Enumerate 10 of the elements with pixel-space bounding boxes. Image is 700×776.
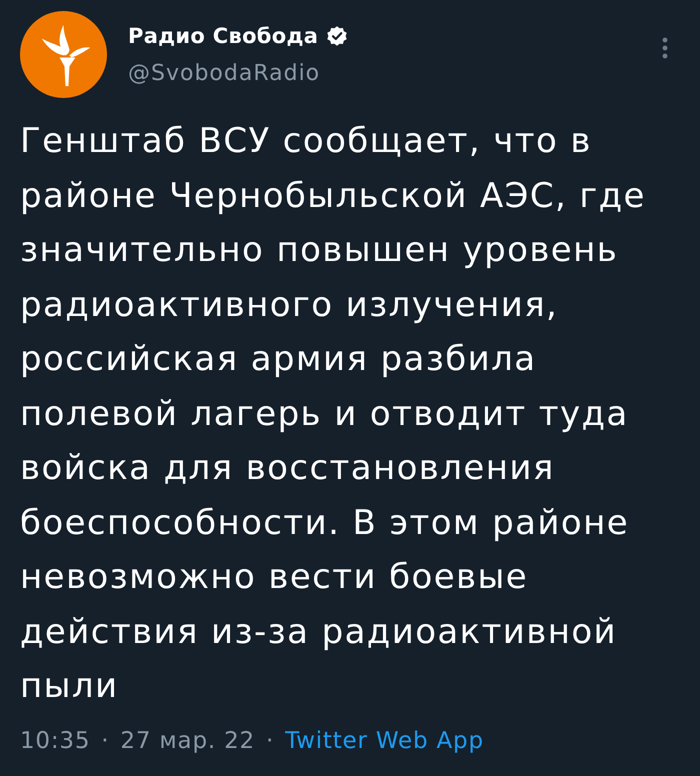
more-options-icon[interactable] [662, 37, 668, 59]
tweet-date[interactable]: 27 мар. 22 [120, 726, 255, 756]
source-link[interactable]: Twitter Web App [285, 726, 484, 756]
tweet-text: Генштаб ВСУ сообщает, что в районе Чернобыльской АЭС, где значительно повышен уровень радиоактивного излучения, российская армия разбила полевой лагерь и отводит туда войска для восстановления боеспособности. В этом районе невозможно вести боевые действия из-за радиоактивной пыли [20, 120, 647, 708]
tweet-time[interactable]: 10:35 [20, 726, 90, 756]
torch-logo-avatar-icon[interactable] [20, 11, 107, 98]
separator-dot: · [101, 726, 110, 756]
separator-dot: · [266, 726, 274, 756]
account-name[interactable]: Радио Свобода [128, 21, 318, 51]
account-handle[interactable]: @SvobodaRadio [128, 60, 662, 88]
